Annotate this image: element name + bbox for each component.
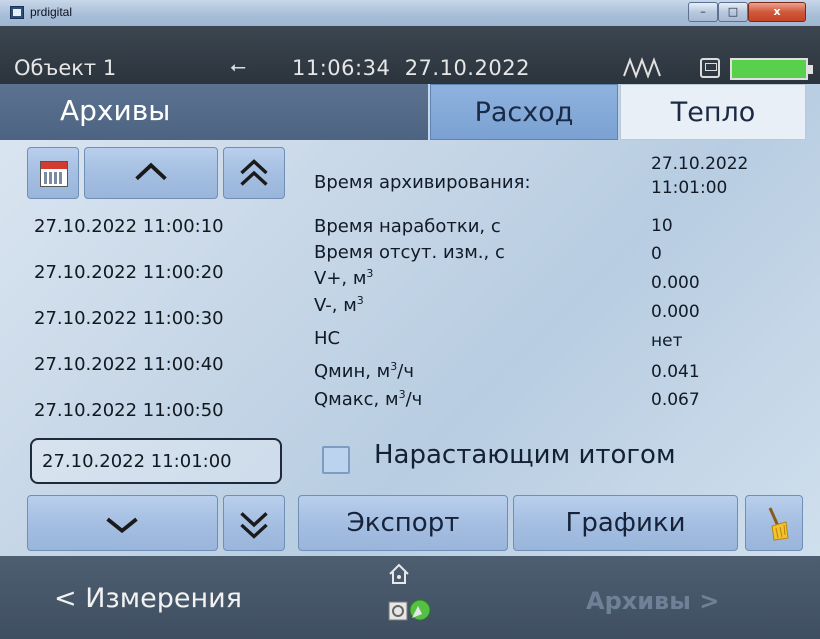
chevron-up-icon xyxy=(135,162,167,181)
app-icon xyxy=(10,6,24,19)
calendar-button[interactable] xyxy=(27,147,79,199)
unit-tail: /ч xyxy=(397,361,414,382)
scroll-up-button[interactable] xyxy=(84,147,218,199)
unit-superscript: 3 xyxy=(366,267,374,280)
field-label: Время наработки, с xyxy=(314,216,501,237)
field-value: 0.000 xyxy=(651,273,700,293)
archive-item-selected[interactable]: 27.10.2022 11:01:00 xyxy=(30,438,282,484)
broom-icon xyxy=(768,507,789,541)
usb-icon: ⭠ xyxy=(230,54,246,78)
signal-wave-icon xyxy=(623,57,661,79)
field-value: 10 xyxy=(651,216,673,236)
bottom-nav: < Измерения Архивы > xyxy=(0,556,820,639)
object-name: Объект 1 xyxy=(14,56,117,80)
page-down-button[interactable] xyxy=(223,495,285,551)
unit-superscript: 3 xyxy=(356,294,364,307)
home-icon[interactable] xyxy=(387,562,411,586)
field-label-text: V-, м xyxy=(314,295,357,316)
field-value: 0 xyxy=(651,244,662,264)
archive-time-label: Время архивирования: xyxy=(314,172,531,193)
scroll-down-button[interactable] xyxy=(27,495,218,551)
header: Архивы Расход Тепло xyxy=(0,84,820,140)
mode-switch-icon[interactable] xyxy=(388,596,434,622)
tab-flow[interactable]: Расход xyxy=(430,84,618,140)
close-button[interactable]: x xyxy=(748,2,806,22)
page-up-button[interactable] xyxy=(223,147,285,199)
page-title: Архивы xyxy=(60,94,171,127)
cumulative-checkbox[interactable] xyxy=(322,446,350,474)
app-window: prdigital – □ x Объект 1 ⭠ 11:06:34 27.1… xyxy=(0,0,820,639)
field-value: 0.067 xyxy=(651,390,700,410)
field-label-text: V+, м xyxy=(314,268,367,289)
graphs-button[interactable]: Графики xyxy=(513,495,738,551)
archive-date-value: 27.10.2022 xyxy=(651,154,749,174)
status-time: 11:06:34 xyxy=(292,56,391,80)
archive-time-value: 11:01:00 xyxy=(651,178,728,198)
field-label-text: Qмин, м xyxy=(314,361,391,382)
archive-item[interactable]: 27.10.2022 11:00:40 xyxy=(34,350,284,380)
chevron-down-icon xyxy=(106,517,138,534)
clear-button[interactable] xyxy=(745,495,803,551)
forward-archives-link[interactable]: Архивы > xyxy=(586,587,719,615)
window-title-bar: prdigital – □ x xyxy=(0,0,820,27)
double-chevron-up-icon xyxy=(240,159,268,186)
status-date: 27.10.2022 xyxy=(404,56,530,80)
field-label: НС xyxy=(314,328,341,349)
field-label: Время отсут. изм., с xyxy=(314,242,505,263)
field-value: нет xyxy=(651,331,683,351)
field-label: Qмин, м3/ч xyxy=(314,360,414,382)
unit-tail: /ч xyxy=(405,389,423,410)
field-label-text: Qмакс, м xyxy=(314,389,399,410)
archive-item[interactable]: 27.10.2022 11:00:20 xyxy=(34,258,284,288)
sd-card-icon xyxy=(700,58,720,78)
archive-item[interactable]: 27.10.2022 11:00:30 xyxy=(34,304,284,334)
page-title-bar: Архивы xyxy=(0,84,428,140)
window-title: prdigital xyxy=(30,5,73,19)
datetime: 11:06:34 27.10.2022 xyxy=(292,56,530,80)
minimize-button[interactable]: – xyxy=(688,2,718,22)
archive-item[interactable]: 27.10.2022 11:00:10 xyxy=(34,212,284,242)
calendar-icon xyxy=(40,161,68,187)
field-label: V-, м3 xyxy=(314,294,364,316)
battery-icon xyxy=(730,58,813,80)
status-bar: Объект 1 ⭠ 11:06:34 27.10.2022 xyxy=(0,26,820,84)
field-value: 0.000 xyxy=(651,302,700,322)
tab-heat[interactable]: Тепло xyxy=(620,84,806,140)
double-chevron-down-icon xyxy=(240,512,268,539)
maximize-button[interactable]: □ xyxy=(718,2,748,22)
field-value: 0.041 xyxy=(651,362,700,382)
back-to-measurements-link[interactable]: < Измерения xyxy=(54,583,242,614)
field-label: V+, м3 xyxy=(314,267,373,289)
unit-superscript: 3 xyxy=(398,388,406,401)
export-button[interactable]: Экспорт xyxy=(298,495,508,551)
field-label: Qмакс, м3/ч xyxy=(314,388,422,410)
archive-item[interactable]: 27.10.2022 11:00:50 xyxy=(34,396,284,426)
cumulative-label[interactable]: Нарастающим итогом xyxy=(374,440,676,470)
